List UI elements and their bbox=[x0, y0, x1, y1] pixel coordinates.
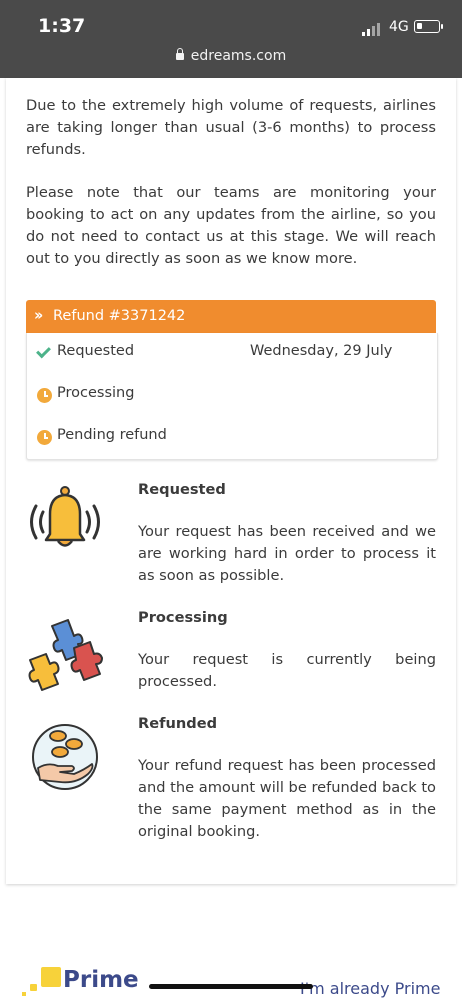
url-text: edreams.com bbox=[190, 48, 287, 64]
network-type: 4G bbox=[389, 19, 409, 35]
lock-icon bbox=[175, 48, 184, 60]
status-time: 1:37 bbox=[38, 15, 86, 37]
step-label: Requested bbox=[57, 343, 135, 359]
url-bar[interactable]: edreams.com bbox=[0, 48, 462, 64]
prime-logo-dot-small bbox=[22, 992, 26, 996]
check-icon bbox=[36, 343, 51, 359]
refund-card: Due to the extremely high volume of requ… bbox=[6, 78, 456, 884]
step-label: Processing bbox=[57, 385, 135, 401]
bell-icon bbox=[22, 484, 108, 560]
home-indicator[interactable] bbox=[149, 984, 313, 989]
prime-logo[interactable]: Prime bbox=[22, 967, 142, 997]
clock-icon bbox=[37, 430, 52, 445]
double-chevron-icon: ›› bbox=[34, 306, 44, 324]
step-label: Pending refund bbox=[57, 427, 167, 443]
info-text-processing: Your request is currently being processe… bbox=[138, 651, 436, 690]
step-date: Wednesday, 29 July bbox=[250, 343, 393, 359]
puzzle-icon bbox=[24, 618, 104, 694]
info-text-requested: Your request has been received and we ar… bbox=[138, 523, 436, 584]
prime-logo-mark bbox=[41, 967, 61, 987]
signal-icon bbox=[362, 22, 382, 36]
prime-label: Prime bbox=[63, 967, 139, 993]
notice-paragraph-1: Due to the extremely high volume of requ… bbox=[26, 97, 436, 158]
info-title-requested: Requested bbox=[138, 481, 226, 498]
already-prime-link[interactable]: I'm already Prime bbox=[300, 979, 440, 998]
refund-title: Refund #3371242 bbox=[53, 308, 186, 324]
clock-icon bbox=[37, 388, 52, 403]
info-title-refunded: Refunded bbox=[138, 715, 218, 732]
status-and-url-bar: 1:37 4G edreams.com bbox=[0, 0, 462, 78]
info-title-processing: Processing bbox=[138, 609, 228, 626]
refund-steps: Requested Wednesday, 29 July Processing … bbox=[26, 333, 438, 460]
battery-icon bbox=[414, 20, 443, 33]
notice-paragraph-2: Please note that our teams are monitorin… bbox=[26, 184, 436, 267]
prime-logo-dot bbox=[30, 984, 37, 991]
info-text-refunded: Your refund request has been processed a… bbox=[138, 757, 436, 840]
refund-header: ›› Refund #3371242 bbox=[26, 300, 436, 333]
coins-hand-icon bbox=[30, 722, 100, 792]
